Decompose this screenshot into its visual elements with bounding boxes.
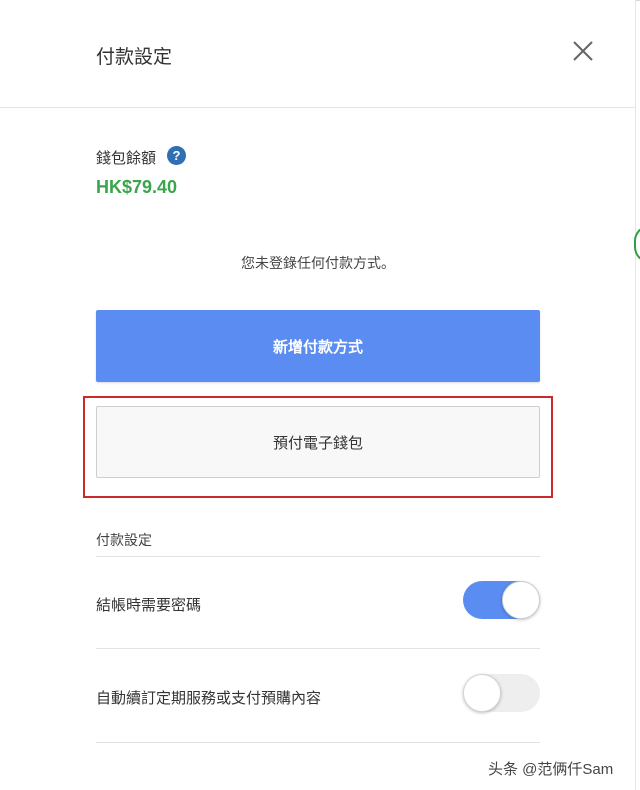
- panel-header: 付款設定: [0, 0, 635, 108]
- auto-renew-label: 自動續訂定期服務或支付預購內容: [96, 689, 322, 707]
- toggle-knob: [463, 674, 501, 712]
- wallet-balance-value: HK$79.40: [96, 177, 178, 197]
- help-icon[interactable]: ?: [167, 146, 186, 165]
- row-divider: [96, 742, 540, 743]
- add-payment-method-button[interactable]: 新增付款方式: [96, 310, 540, 382]
- payment-settings-panel: 付款設定 錢包餘額 ? HK$79.40 您未登錄任何付款方式。 新增付款方式 …: [0, 0, 636, 790]
- prepaid-wallet-button[interactable]: 預付電子錢包: [96, 406, 540, 478]
- require-password-label: 結帳時需要密碼: [96, 596, 202, 614]
- auto-renew-toggle[interactable]: [463, 674, 540, 712]
- toggle-knob: [502, 581, 540, 619]
- require-password-toggle[interactable]: [463, 581, 540, 619]
- close-icon: [573, 41, 593, 61]
- section-divider: [96, 556, 540, 557]
- wallet-balance-label: 錢包餘額: [96, 149, 157, 167]
- close-button[interactable]: [568, 36, 598, 66]
- watermark-text: 头条 @范俩仟Sam: [488, 761, 614, 778]
- payment-settings-section-title: 付款設定: [96, 533, 152, 549]
- row-divider: [96, 648, 540, 649]
- page-title: 付款設定: [96, 46, 173, 68]
- no-payment-method-text: 您未登錄任何付款方式。: [241, 256, 395, 272]
